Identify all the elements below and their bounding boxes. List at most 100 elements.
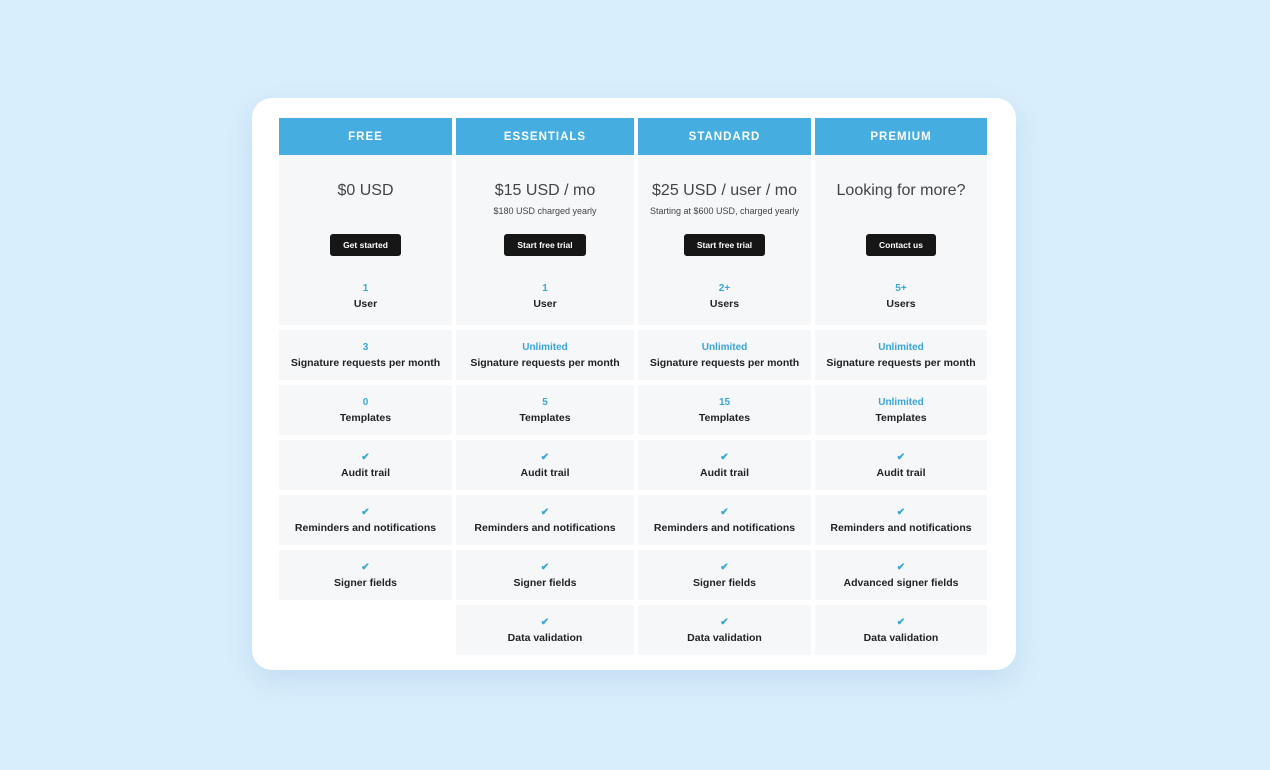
plan-billing-note: Starting at $600 USD, charged yearly: [649, 206, 800, 216]
feature-label: Data validation: [507, 631, 583, 644]
feature-label: Signature requests per month: [649, 356, 800, 369]
feature-cell: ✔ Audit trail: [279, 440, 452, 490]
feature-label: Templates: [339, 411, 392, 424]
users-feature: 1 User: [354, 283, 377, 310]
feature-label: Signer fields: [333, 576, 397, 589]
feature-label: Signer fields: [692, 576, 756, 589]
users-label: Users: [886, 298, 916, 310]
plan-billing-note: $180 USD charged yearly: [493, 206, 597, 216]
feature-label: Audit trail: [341, 466, 390, 479]
feature-label: Templates: [519, 411, 571, 424]
feature-cell: ✔ Audit trail: [815, 440, 987, 490]
checkmark-icon: ✔: [896, 561, 906, 573]
checkmark-icon: ✔: [540, 616, 550, 628]
checkmark-icon: ✔: [720, 616, 729, 628]
feature-cell: ✔ Data validation: [638, 605, 811, 655]
pricing-table: FREE $0 USD Get started 1 User 3 Signatu…: [279, 118, 987, 655]
plan-summary: $15 USD / mo $180 USD charged yearly Sta…: [456, 155, 634, 325]
plan-column-free: FREE $0 USD Get started 1 User 3 Signatu…: [279, 118, 452, 655]
feature-cell: ✔ Reminders and notifications: [815, 495, 987, 545]
checkmark-icon: ✔: [720, 506, 729, 518]
users-label: User: [353, 298, 378, 310]
feature-label: Audit trail: [876, 466, 926, 479]
standard-cta-button[interactable]: Start free trial: [683, 234, 766, 256]
feature-value: 3: [362, 341, 369, 353]
users-value: 2+: [718, 283, 731, 294]
feature-label: Signature requests per month: [826, 356, 976, 369]
plan-summary: $0 USD Get started 1 User: [279, 155, 452, 325]
essentials-cta-button[interactable]: Start free trial: [504, 234, 586, 256]
feature-value: 0: [362, 396, 369, 408]
feature-cell: 0 Templates: [279, 385, 452, 435]
feature-label: Signature requests per month: [470, 356, 620, 369]
feature-cell: 15 Templates: [638, 385, 811, 435]
feature-label: Audit trail: [700, 466, 749, 479]
users-feature: 1 User: [533, 283, 556, 310]
pricing-card: FREE $0 USD Get started 1 User 3 Signatu…: [252, 98, 1016, 670]
feature-cell: ✔ Reminders and notifications: [279, 495, 452, 545]
plan-name: PREMIUM: [815, 118, 987, 155]
feature-cell: ✔ Reminders and notifications: [638, 495, 811, 545]
feature-cell: ✔ Audit trail: [638, 440, 811, 490]
feature-value: 5: [542, 396, 548, 408]
checkmark-icon: ✔: [896, 451, 906, 463]
feature-cell: Unlimited Signature requests per month: [815, 330, 987, 380]
users-value: 5+: [895, 283, 907, 294]
feature-label: Signer fields: [513, 576, 577, 589]
feature-cell: Unlimited Signature requests per month: [638, 330, 811, 380]
users-label: Users: [709, 298, 740, 310]
feature-cell: ✔ Reminders and notifications: [456, 495, 634, 545]
checkmark-icon: ✔: [361, 561, 370, 573]
checkmark-icon: ✔: [720, 451, 729, 463]
feature-cell: ✔ Data validation: [815, 605, 987, 655]
feature-cell: Unlimited Signature requests per month: [456, 330, 634, 380]
feature-label: Advanced signer fields: [843, 576, 959, 589]
feature-cell: ✔ Data validation: [456, 605, 634, 655]
plan-name: STANDARD: [638, 118, 811, 155]
feature-label: Audit trail: [520, 466, 570, 479]
plan-name: ESSENTIALS: [456, 118, 634, 155]
feature-label: Signature requests per month: [290, 356, 441, 369]
feature-cell: ✔ Signer fields: [638, 550, 811, 600]
feature-cell: ✔ Signer fields: [279, 550, 452, 600]
feature-value: Unlimited: [878, 396, 924, 408]
feature-cell: ✔ Signer fields: [456, 550, 634, 600]
feature-value: Unlimited: [701, 341, 748, 353]
feature-label: Templates: [698, 411, 751, 424]
feature-label: Reminders and notifications: [653, 521, 796, 534]
feature-label: Reminders and notifications: [474, 521, 616, 534]
checkmark-icon: ✔: [540, 451, 550, 463]
feature-cell: 3 Signature requests per month: [279, 330, 452, 380]
plan-column-essentials: ESSENTIALS $15 USD / mo $180 USD charged…: [456, 118, 634, 655]
users-feature: 5+ Users: [886, 283, 915, 310]
checkmark-icon: ✔: [361, 451, 370, 463]
plan-summary: $25 USD / user / mo Starting at $600 USD…: [638, 155, 811, 325]
feature-label: Templates: [875, 411, 927, 424]
feature-cell: ✔ Advanced signer fields: [815, 550, 987, 600]
feature-cell: ✔ Audit trail: [456, 440, 634, 490]
plan-column-premium: PREMIUM Looking for more? Contact us 5+ …: [815, 118, 987, 655]
checkmark-icon: ✔: [540, 561, 550, 573]
users-value: 1: [542, 283, 548, 294]
empty-cell: [279, 605, 452, 655]
feature-cell: Unlimited Templates: [815, 385, 987, 435]
checkmark-icon: ✔: [896, 616, 906, 628]
checkmark-icon: ✔: [720, 561, 729, 573]
feature-cell: 5 Templates: [456, 385, 634, 435]
plan-name: FREE: [279, 118, 452, 155]
free-cta-button[interactable]: Get started: [330, 234, 401, 256]
plan-price: $25 USD / user / mo: [652, 182, 797, 199]
feature-value: 15: [718, 396, 731, 408]
plan-summary: Looking for more? Contact us 5+ Users: [815, 155, 987, 325]
premium-cta-button[interactable]: Contact us: [866, 234, 936, 256]
feature-label: Reminders and notifications: [294, 521, 437, 534]
users-feature: 2+ Users: [710, 283, 739, 310]
feature-value: Unlimited: [522, 341, 568, 353]
feature-label: Data validation: [863, 631, 939, 644]
feature-label: Data validation: [687, 631, 762, 644]
plan-price: Looking for more?: [836, 182, 966, 199]
plan-column-standard: STANDARD $25 USD / user / mo Starting at…: [638, 118, 811, 655]
users-value: 1: [362, 283, 369, 294]
plan-price: $15 USD / mo: [494, 182, 596, 199]
checkmark-icon: ✔: [540, 506, 550, 518]
